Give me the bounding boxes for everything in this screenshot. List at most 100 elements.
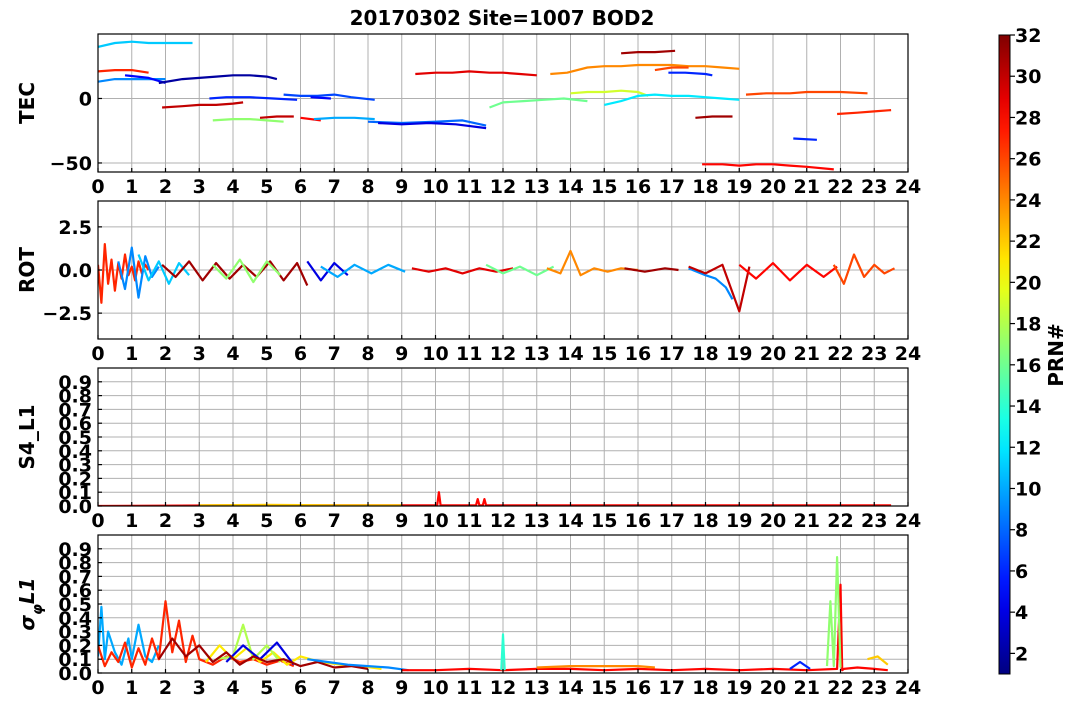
series-line-prn-31 (695, 117, 732, 118)
series-line-prn-2 (159, 75, 277, 83)
series-line-prn-19 (571, 91, 649, 96)
series-line-prn-28 (402, 585, 888, 671)
chart-title: 20170302 Site=1007 BOD2 (350, 6, 655, 30)
y-axis-label: σφL1 (15, 577, 46, 630)
x-tick-label: 10 (422, 677, 448, 699)
colorbar-tick-label: 22 (1015, 231, 1041, 253)
x-tick-label: 22 (827, 176, 853, 198)
x-tick-label: 20 (760, 510, 786, 532)
x-tick-label: 24 (895, 677, 921, 699)
x-tick-label: 2 (159, 677, 172, 699)
x-tick-label: 13 (524, 176, 550, 198)
series-line-prn-10 (314, 118, 375, 119)
x-tick-label: 17 (659, 343, 685, 365)
x-tick-label: 23 (861, 343, 887, 365)
x-tick-label: 10 (422, 510, 448, 532)
x-tick-label: 6 (294, 677, 307, 699)
x-tick-label: 19 (726, 343, 752, 365)
series-line-prn-4 (378, 123, 486, 128)
x-tick-label: 4 (226, 510, 239, 532)
x-tick-label: 24 (895, 176, 921, 198)
series-group (98, 557, 888, 670)
panel-4: 0123456789101112131415161718192021222324… (15, 535, 921, 699)
colorbar-tick-label: 4 (1015, 602, 1028, 624)
x-tick-label: 16 (625, 510, 651, 532)
panel-2: 0123456789101112131415161718192021222324… (15, 201, 921, 365)
series-line-prn-6 (668, 73, 712, 76)
colorbar-tick-label: 10 (1015, 478, 1041, 500)
x-tick-label: 17 (659, 510, 685, 532)
x-tick-label: 9 (395, 677, 408, 699)
y-axis-label: S4_L1 (15, 405, 39, 470)
x-tick-label: 21 (794, 343, 820, 365)
x-tick-label: 1 (125, 176, 138, 198)
x-tick-label: 24 (895, 510, 921, 532)
x-tick-label: 12 (490, 176, 516, 198)
x-tick-label: 15 (591, 677, 617, 699)
x-tick-label: 1 (125, 677, 138, 699)
series-line-prn-16 (490, 99, 588, 108)
colorbar-tick-label: 30 (1015, 66, 1041, 88)
x-tick-label: 18 (692, 677, 718, 699)
chart-svg: 20170302 Site=1007 BOD2 0123456789101112… (0, 0, 1077, 709)
x-tick-label: 14 (557, 176, 583, 198)
x-tick-label: 14 (557, 677, 583, 699)
series-group (98, 42, 891, 170)
x-tick-label: 0 (91, 510, 104, 532)
x-tick-label: 6 (294, 343, 307, 365)
x-tick-label: 19 (726, 677, 752, 699)
x-tick-label: 10 (422, 176, 448, 198)
x-tick-label: 23 (861, 176, 887, 198)
x-tick-label: 18 (692, 510, 718, 532)
x-tick-label: 1 (125, 343, 138, 365)
x-tick-label: 5 (260, 176, 273, 198)
x-tick-label: 3 (193, 176, 206, 198)
x-tick-label: 12 (490, 677, 516, 699)
colorbar-tick-label: 28 (1015, 107, 1041, 129)
series-line-prn-31 (621, 51, 675, 54)
x-tick-label: 2 (159, 176, 172, 198)
x-tick-label: 2 (159, 510, 172, 532)
x-tick-label: 5 (260, 510, 273, 532)
x-tick-label: 20 (760, 343, 786, 365)
x-tick-label: 15 (591, 343, 617, 365)
y-tick-label: 0.0 (58, 260, 92, 282)
x-tick-label: 16 (625, 677, 651, 699)
x-tick-label: 21 (794, 677, 820, 699)
x-tick-label: 6 (294, 510, 307, 532)
x-tick-label: 0 (91, 176, 104, 198)
y-tick-label: 2.5 (58, 217, 92, 239)
x-tick-label: 16 (625, 343, 651, 365)
x-tick-label: 23 (861, 510, 887, 532)
series-line-prn-27 (837, 110, 891, 114)
colorbar-tick-label: 2 (1015, 643, 1028, 665)
x-tick-label: 9 (395, 343, 408, 365)
x-tick-label: 0 (91, 677, 104, 699)
x-tick-label: 7 (328, 176, 341, 198)
y-axis-label: ROT (15, 247, 39, 293)
x-tick-label: 3 (193, 343, 206, 365)
y-tick-label: 0 (79, 88, 92, 110)
x-tick-label: 3 (193, 677, 206, 699)
colorbar-tick-label: 32 (1015, 25, 1041, 47)
series-line-prn-22 (868, 656, 888, 664)
x-tick-label: 17 (659, 176, 685, 198)
x-tick-label: 14 (557, 510, 583, 532)
x-tick-label: 12 (490, 510, 516, 532)
x-tick-label: 24 (895, 343, 921, 365)
series-line-prn-5 (311, 97, 331, 98)
colorbar-tick-label: 14 (1015, 396, 1041, 418)
panel-3: 0123456789101112131415161718192021222324… (15, 368, 921, 532)
series-line-prn-10 (321, 265, 405, 277)
x-tick-label: 21 (794, 510, 820, 532)
series-group (98, 492, 891, 506)
colorbar-tick-label: 12 (1015, 437, 1041, 459)
x-tick-label: 18 (692, 176, 718, 198)
series-line-prn-28 (98, 492, 891, 506)
x-tick-label: 22 (827, 677, 853, 699)
series-line-prn-30 (162, 102, 243, 107)
x-tick-label: 14 (557, 343, 583, 365)
x-tick-label: 13 (524, 343, 550, 365)
colorbar-gradient (999, 35, 1010, 674)
series-line-prn-24 (537, 666, 655, 667)
